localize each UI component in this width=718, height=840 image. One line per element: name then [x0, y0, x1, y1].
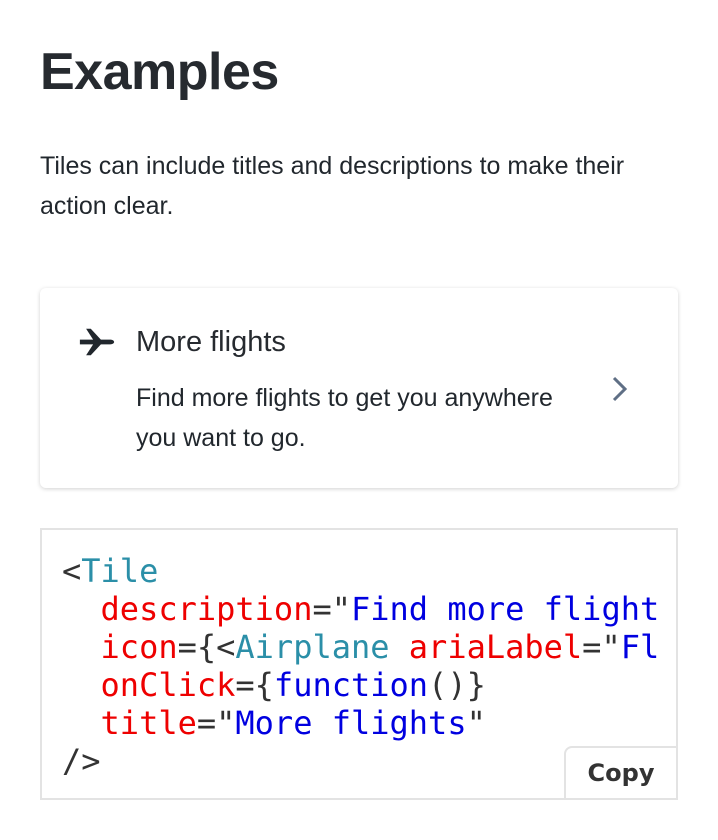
code-token-punc: " [466, 704, 486, 742]
airplane-icon [79, 328, 115, 356]
code-token-punc: =" [582, 628, 621, 666]
code-line: description="Find more flight [62, 590, 660, 628]
code-token-tag: Airplane [235, 628, 390, 666]
code-line: icon={<Airplane ariaLabel="Fl [62, 628, 660, 666]
code-token-punc: ()} [428, 666, 486, 704]
code-token-punc: =" [196, 704, 236, 742]
code-token-attr: ariaLabel [408, 628, 583, 666]
code-token-punc [390, 628, 409, 666]
code-line: onClick={function()} [62, 666, 659, 704]
copy-button[interactable]: Copy [564, 746, 676, 798]
code-token-punc [62, 628, 101, 666]
code-token-punc: < [62, 552, 82, 590]
code-token-attr: description [100, 590, 313, 628]
code-token-attr: onClick [100, 666, 236, 704]
code-line: title="More flights" [62, 704, 659, 742]
code-token-str: Fl [620, 628, 660, 666]
code-token-attr: title [100, 704, 197, 742]
section-heading: Examples [40, 43, 279, 101]
code-token-punc [62, 590, 101, 628]
code-token-punc [62, 704, 101, 742]
code-token-str: function [273, 666, 429, 704]
tile-title: More flights [136, 326, 286, 358]
code-token-punc: =" [312, 590, 351, 628]
code-token-punc: ={< [177, 628, 236, 666]
code-line: <Tile [62, 552, 659, 590]
chevron-right-icon [612, 376, 628, 402]
code-token-str: More flights [235, 704, 467, 742]
code-token-attr: icon [100, 628, 178, 666]
code-token-punc: ={ [235, 666, 274, 704]
code-token-punc: /> [62, 742, 101, 780]
code-token-punc [62, 666, 101, 704]
more-flights-tile[interactable]: More flights Find more flights to get yo… [40, 288, 678, 488]
tile-description: Find more flights to get you anywhere yo… [136, 384, 553, 452]
code-token-tag: Tile [81, 552, 159, 590]
code-token-str: Find more flight [350, 590, 660, 628]
intro-text: Tiles can include titles and description… [40, 152, 625, 220]
code-example: <Tile description="Find more flight icon… [40, 528, 678, 800]
